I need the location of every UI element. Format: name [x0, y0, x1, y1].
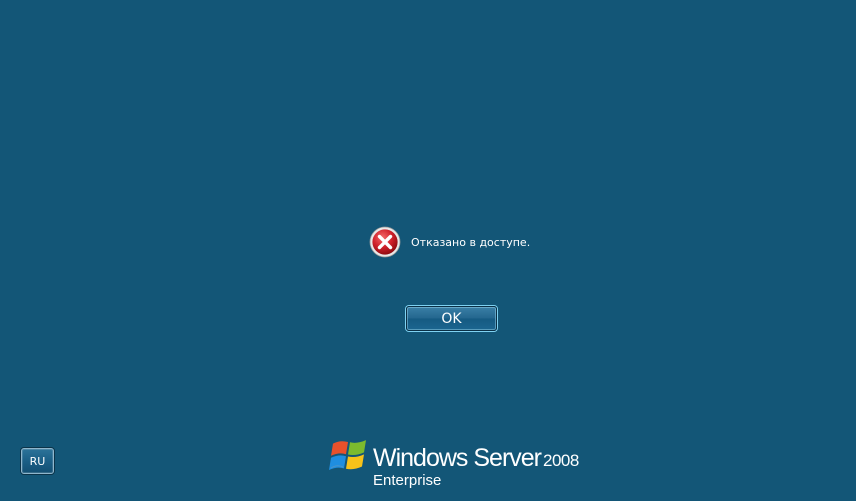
ok-button[interactable]: OK: [406, 306, 497, 331]
windows-server-branding: Windows Server 2008 Enterprise: [329, 434, 589, 490]
windows-flag-logo: [329, 440, 366, 470]
language-indicator-button[interactable]: RU: [21, 448, 54, 474]
product-edition: Enterprise: [373, 472, 442, 489]
error-message-row: Отказано в доступе.: [369, 225, 530, 259]
error-message-text: Отказано в доступе.: [411, 235, 531, 249]
product-name-text: Windows Server: [373, 444, 542, 472]
product-version: 2008: [543, 451, 579, 470]
error-icon: [369, 226, 401, 258]
